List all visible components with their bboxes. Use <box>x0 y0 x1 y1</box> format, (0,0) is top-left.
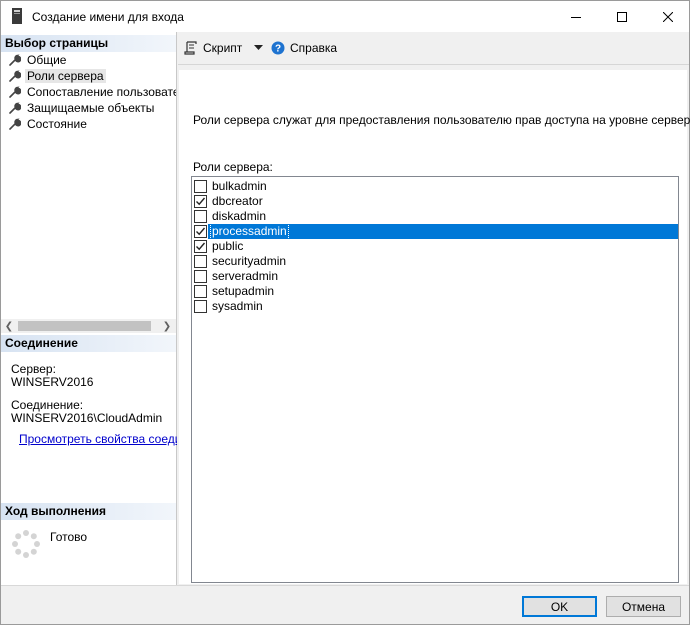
page-item-label: Состояние <box>27 117 87 131</box>
view-connection-properties[interactable]: Просмотреть свойства соединения <box>11 432 177 446</box>
maximize-button[interactable] <box>599 1 645 32</box>
role-checkbox[interactable] <box>194 180 207 193</box>
page-description: Роли сервера служат для предоставления п… <box>193 113 690 127</box>
role-name: setupadmin <box>212 284 275 298</box>
connection-header: Соединение <box>1 335 176 352</box>
role-checkbox[interactable] <box>194 270 207 283</box>
role-row-securityadmin[interactable]: securityadmin <box>192 254 678 269</box>
script-label: Скрипт <box>203 41 243 55</box>
svg-text:?: ? <box>275 44 281 55</box>
script-button[interactable]: Скрипт <box>184 38 242 58</box>
page-item-label: Роли сервера <box>25 69 106 83</box>
server-value: WINSERV2016 <box>11 375 94 389</box>
checkmark-icon <box>196 227 206 236</box>
connection-label: Соединение: <box>11 398 84 412</box>
login-dialog: Создание имени для входа Выбор страницы … <box>0 0 690 625</box>
server-roles-list[interactable]: bulkadmin dbcreator diskadmin processadm… <box>191 176 679 583</box>
scrollbar-thumb[interactable] <box>18 321 151 331</box>
role-row-diskadmin[interactable]: diskadmin <box>192 209 678 224</box>
close-button[interactable] <box>645 1 690 32</box>
server-label: Сервер: <box>11 362 56 376</box>
role-row-setupadmin[interactable]: setupadmin <box>192 284 678 299</box>
role-name: bulkadmin <box>212 179 267 193</box>
wrench-icon <box>9 86 21 98</box>
role-checkbox[interactable] <box>194 225 207 238</box>
role-checkbox[interactable] <box>194 240 207 253</box>
progress-status: Готово <box>50 530 88 544</box>
role-row-serveradmin[interactable]: serveradmin <box>192 269 678 284</box>
maximize-icon <box>617 11 627 22</box>
progress-header: Ход выполнения <box>1 503 176 520</box>
script-dropdown[interactable] <box>254 38 263 58</box>
dialog-footer: OK Отмена <box>1 585 689 624</box>
window-title: Создание имени для входа <box>32 10 184 24</box>
title-bar[interactable]: Создание имени для входа <box>1 1 689 32</box>
pages-header: Выбор страницы <box>1 35 176 52</box>
role-name: diskadmin <box>212 209 267 223</box>
role-row-processadmin[interactable]: processadmin <box>192 223 678 240</box>
role-name: sysadmin <box>212 299 263 313</box>
role-checkbox[interactable] <box>194 300 207 313</box>
role-checkbox[interactable] <box>194 285 207 298</box>
page-item-label: Защищаемые объекты <box>27 101 155 115</box>
checkmark-icon <box>196 242 206 251</box>
role-checkbox[interactable] <box>194 195 207 208</box>
close-icon <box>663 11 673 22</box>
minimize-button[interactable] <box>553 1 599 32</box>
role-name: processadmin <box>210 223 289 240</box>
scroll-left-icon[interactable]: ❮ <box>1 319 17 333</box>
role-name: public <box>212 239 244 253</box>
cancel-button[interactable]: Отмена <box>606 596 681 617</box>
help-icon: ? <box>271 41 285 55</box>
role-checkbox[interactable] <box>194 210 207 223</box>
minimize-icon <box>571 16 581 18</box>
view-connection-properties-link[interactable]: Просмотреть свойства соединения <box>19 432 177 446</box>
role-checkbox[interactable] <box>194 255 207 268</box>
page-item-status[interactable]: Состояние <box>1 116 176 132</box>
page-item-label: Общие <box>27 53 67 67</box>
help-label: Справка <box>290 41 338 55</box>
page-item-user-mapping[interactable]: Сопоставление пользователей <box>1 84 176 100</box>
ok-button[interactable]: OK <box>522 596 597 617</box>
role-row-bulkadmin[interactable]: bulkadmin <box>192 179 678 194</box>
page-item-server-roles[interactable]: Роли сервера <box>1 68 176 84</box>
role-name: securityadmin <box>212 254 287 268</box>
server-icon <box>12 8 22 24</box>
page-item-general[interactable]: Общие <box>1 52 176 68</box>
toolbar-separator <box>178 64 689 65</box>
script-icon <box>184 41 197 55</box>
main-content: Роли сервера служат для предоставления п… <box>179 70 690 584</box>
connection-value: WINSERV2016\CloudAdmin <box>11 411 163 425</box>
progress-spinner-icon <box>12 530 40 558</box>
wrench-icon <box>9 102 21 114</box>
help-button[interactable]: ? Справка <box>271 38 337 58</box>
role-row-sysadmin[interactable]: sysadmin <box>192 299 678 314</box>
page-list: Общие Роли сервера Сопоставление пользов… <box>1 52 176 132</box>
checkmark-icon <box>196 197 206 206</box>
right-panel: Скрипт ? Справка Роли сервера служат для… <box>178 32 690 585</box>
wrench-icon <box>9 118 21 130</box>
wrench-icon <box>9 54 21 66</box>
roles-label: Роли сервера: <box>193 160 273 174</box>
role-row-public[interactable]: public <box>192 239 678 254</box>
wrench-icon <box>9 70 21 82</box>
left-panel: Выбор страницы Общие Роли сервера Сопост… <box>1 32 177 585</box>
chevron-down-icon <box>254 45 263 50</box>
role-name: serveradmin <box>212 269 279 283</box>
scroll-right-icon[interactable]: ❯ <box>159 319 175 333</box>
role-row-dbcreator[interactable]: dbcreator <box>192 194 678 209</box>
page-item-securables[interactable]: Защищаемые объекты <box>1 100 176 116</box>
page-list-scrollbar[interactable]: ❮ ❯ <box>1 319 176 333</box>
page-item-label: Сопоставление пользователей <box>27 85 176 99</box>
role-name: dbcreator <box>212 194 263 208</box>
toolbar: Скрипт ? Справка <box>178 32 689 64</box>
